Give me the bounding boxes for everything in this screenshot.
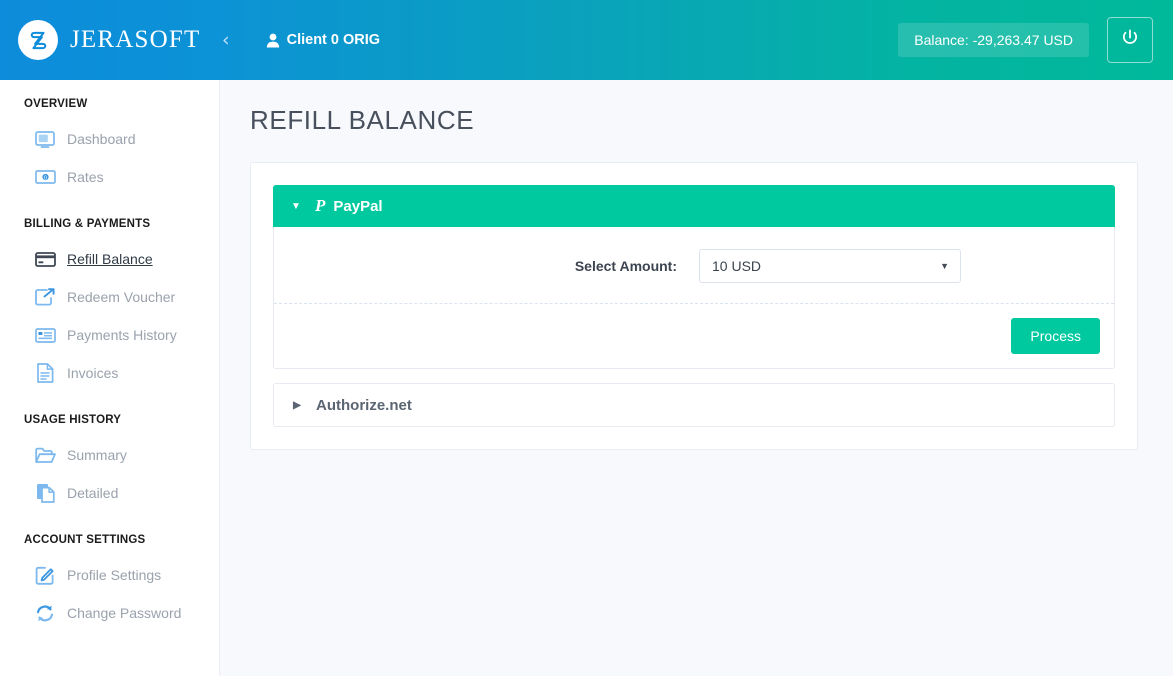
- sidebar-item-dashboard[interactable]: Dashboard: [0, 120, 219, 158]
- list-table-icon: [34, 324, 56, 346]
- main-content-area: REFILL BALANCE ▼ P PayPal Select Amount:…: [220, 80, 1173, 676]
- credit-card-icon: [34, 248, 56, 270]
- client-selector[interactable]: Client 0 ORIG: [266, 32, 380, 48]
- page-title: REFILL BALANCE: [250, 105, 475, 135]
- brand-name: JERASOFT: [70, 26, 201, 53]
- monitor-icon: [34, 128, 56, 150]
- top-header-bar: JERASOFT ‹ Client 0 ORIG Balance: -29,26…: [0, 0, 1173, 80]
- sidebar-item-label: Refill Balance: [67, 251, 153, 267]
- sidebar-item-label: Invoices: [67, 365, 119, 381]
- select-amount-label: Select Amount:: [574, 258, 677, 274]
- caret-down-icon: ▼: [291, 200, 301, 212]
- accordion-authorize-net-title: Authorize.net: [316, 396, 412, 414]
- accordion-paypal: ▼ P PayPal Select Amount: 10 USD ▼ Proce…: [273, 185, 1115, 369]
- accordion-paypal-body: Select Amount: 10 USD ▼ Process: [274, 227, 1114, 368]
- refill-balance-panel: ▼ P PayPal Select Amount: 10 USD ▼ Proce…: [250, 162, 1138, 450]
- sidebar-item-profile-settings[interactable]: Profile Settings: [0, 556, 219, 594]
- accordion-authorize-net: ▶ Authorize.net: [273, 383, 1115, 427]
- sidebar-item-label: Dashboard: [67, 131, 136, 147]
- sidebar-item-change-password[interactable]: Change Password: [0, 594, 219, 632]
- select-amount-row: Select Amount: 10 USD ▼: [274, 227, 1114, 304]
- sidebar-item-label: Change Password: [67, 605, 182, 621]
- sidebar-section-overview: OVERVIEW: [24, 98, 88, 110]
- select-amount-value: 10 USD: [712, 258, 762, 274]
- chevron-down-icon: ▼: [940, 261, 949, 271]
- sidebar-item-summary[interactable]: Summary: [0, 436, 219, 474]
- process-button[interactable]: Process: [1011, 318, 1100, 354]
- brand-logo[interactable]: JERASOFT: [0, 20, 200, 60]
- sidebar-item-rates[interactable]: 0 Rates: [0, 158, 219, 196]
- accordion-paypal-header[interactable]: ▼ P PayPal: [273, 185, 1115, 227]
- sidebar-item-label: Payments History: [67, 327, 177, 343]
- sidebar-item-refill-balance[interactable]: Refill Balance: [0, 240, 219, 278]
- refresh-cycle-icon: [34, 602, 56, 624]
- banknote-icon: 0: [34, 166, 56, 188]
- header-right-group: Balance: -29,263.47 USD: [898, 17, 1173, 63]
- document-icon: [34, 362, 56, 384]
- accordion-paypal-title: PayPal: [333, 197, 383, 215]
- select-amount-dropdown[interactable]: 10 USD ▼: [699, 249, 961, 283]
- sidebar-section-billing-payments: BILLING & PAYMENTS: [24, 218, 151, 230]
- sidebar-item-payments-history[interactable]: Payments History: [0, 316, 219, 354]
- caret-right-icon: ▶: [293, 399, 301, 411]
- svg-text:0: 0: [44, 175, 47, 181]
- open-folder-icon: [34, 444, 56, 466]
- chevron-left-icon[interactable]: ‹: [212, 27, 240, 54]
- sidebar-item-label: Profile Settings: [67, 567, 162, 583]
- accordion-paypal-footer: Process: [274, 304, 1114, 368]
- accordion-authorize-net-header[interactable]: ▶ Authorize.net: [274, 384, 1114, 426]
- sidebar-item-label: Detailed: [67, 485, 119, 501]
- sidebar-navigation: OVERVIEW Dashboard 0 Rates BILLING & PAY…: [0, 80, 220, 676]
- share-export-icon: [34, 286, 56, 308]
- sidebar-item-label: Redeem Voucher: [67, 289, 176, 305]
- user-icon: [266, 33, 280, 48]
- edit-pencil-square-icon: [34, 564, 56, 586]
- sidebar-item-redeem-voucher[interactable]: Redeem Voucher: [0, 278, 219, 316]
- paypal-brand-icon: P: [315, 196, 326, 215]
- balance-badge[interactable]: Balance: -29,263.47 USD: [898, 23, 1089, 57]
- sidebar-item-detailed[interactable]: Detailed: [0, 474, 219, 512]
- sidebar-item-label: Summary: [67, 447, 127, 463]
- power-icon: [1120, 28, 1140, 53]
- logout-button[interactable]: [1107, 17, 1153, 63]
- sidebar-item-label: Rates: [67, 169, 104, 185]
- sidebar-section-account-settings: ACCOUNT SETTINGS: [24, 534, 146, 546]
- copy-pages-icon: [34, 482, 56, 504]
- jerasoft-logo-icon: [18, 20, 58, 60]
- client-label: Client 0 ORIG: [286, 32, 381, 48]
- sidebar-section-usage-history: USAGE HISTORY: [24, 414, 122, 426]
- sidebar-item-invoices[interactable]: Invoices: [0, 354, 219, 392]
